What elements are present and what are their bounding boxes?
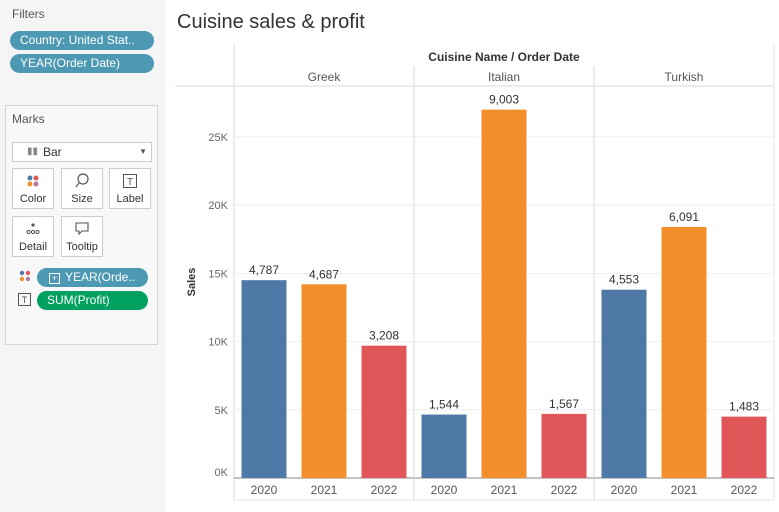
svg-text:T: T <box>22 295 28 305</box>
y-tick-label: 20K <box>208 200 228 212</box>
chart-area: Cuisine sales & profit Cuisine Name / Or… <box>165 0 779 512</box>
bar-turkish-2020 <box>601 289 647 478</box>
bar-profit-label: 4,687 <box>309 267 339 281</box>
filters-heading: Filters <box>12 7 45 21</box>
bar-italian-2022 <box>541 413 587 478</box>
filter-pill-year[interactable]: YEAR(Order Date) <box>10 54 154 73</box>
bar-turkish-2022 <box>721 416 767 478</box>
marks-card: Marks ▮▮ Bar ▼ Color Size T Label Detail… <box>5 105 158 345</box>
bar-profit-label: 1,483 <box>729 400 759 414</box>
label-button-label: Label <box>116 193 144 205</box>
color-dots-icon <box>13 173 53 193</box>
y-axis-label: Sales <box>186 268 198 297</box>
bar-profit-label: 6,091 <box>669 210 699 224</box>
tooltip-button-label: Tooltip <box>66 241 98 253</box>
marks-heading: Marks <box>12 112 45 126</box>
y-tick-label: 5K <box>215 405 229 417</box>
svg-text:T: T <box>127 177 133 188</box>
x-tick-label: 2022 <box>731 483 758 497</box>
bar-greek-2021 <box>301 284 347 478</box>
x-tick-label: 2021 <box>671 483 698 497</box>
label-encoding-icon: T <box>18 293 31 311</box>
y-tick-label: 10K <box>208 337 228 349</box>
tooltip-button[interactable]: Tooltip <box>61 216 103 257</box>
bar-chart-icon: ▮▮ <box>27 146 39 157</box>
group-header-italian: Italian <box>488 70 520 84</box>
size-button[interactable]: Size <box>61 168 103 209</box>
field-pill-profit[interactable]: SUM(Profit) <box>37 291 148 310</box>
detail-button[interactable]: Detail <box>12 216 54 257</box>
bar-greek-2020 <box>241 280 287 478</box>
label-t-icon: T <box>110 173 150 193</box>
x-tick-label: 2020 <box>431 483 458 497</box>
bar-italian-2020 <box>421 414 467 478</box>
group-header-greek: Greek <box>308 70 342 84</box>
plus-box-icon[interactable]: + <box>49 273 60 284</box>
bar-profit-label: 1,567 <box>549 397 579 411</box>
x-tick-label: 2022 <box>371 483 398 497</box>
y-tick-label: 25K <box>208 132 228 144</box>
detail-dots-icon <box>13 221 53 241</box>
left-panel: Filters Country: United Stat.. YEAR(Orde… <box>0 0 165 512</box>
mark-type-dropdown[interactable]: ▮▮ Bar ▼ <box>12 142 152 162</box>
tooltip-bubble-icon <box>62 221 102 241</box>
color-button[interactable]: Color <box>12 168 54 209</box>
filter-pill-country[interactable]: Country: United Stat.. <box>10 31 154 50</box>
bar-profit-label: 3,208 <box>369 329 399 343</box>
color-encoding-icon <box>18 269 32 288</box>
bar-profit-label: 9,003 <box>489 93 519 107</box>
size-button-label: Size <box>71 193 93 205</box>
size-lasso-icon <box>62 173 102 193</box>
detail-button-label: Detail <box>18 241 48 253</box>
mark-type-label: Bar <box>43 145 62 159</box>
column-header: Cuisine Name / Order Date <box>428 50 580 64</box>
x-tick-label: 2020 <box>611 483 638 497</box>
field-pill-year-label: YEAR(Orde.. <box>65 270 136 284</box>
chevron-down-icon[interactable]: ▼ <box>139 143 147 161</box>
bar-turkish-2021 <box>661 226 707 478</box>
bar-profit-label: 4,787 <box>249 263 279 277</box>
group-header-turkish: Turkish <box>665 70 704 84</box>
x-tick-label: 2021 <box>311 483 338 497</box>
bar-italian-2021 <box>481 109 527 479</box>
x-tick-label: 2021 <box>491 483 518 497</box>
bar-profit-label: 1,544 <box>429 398 459 412</box>
y-tick-label: 15K <box>208 268 228 280</box>
field-pill-year[interactable]: + YEAR(Orde.. <box>37 268 148 287</box>
label-button[interactable]: T Label <box>109 168 151 209</box>
color-button-label: Color <box>19 193 47 205</box>
bar-profit-label: 4,553 <box>609 273 639 287</box>
y-tick-label: 0K <box>215 467 229 479</box>
x-tick-label: 2022 <box>551 483 578 497</box>
bar-chart: Cuisine Name / Order Date 0K 5K 10K 15K 20K 25… <box>175 44 775 501</box>
x-tick-label: 2020 <box>251 483 278 497</box>
bar-greek-2022 <box>361 345 407 478</box>
